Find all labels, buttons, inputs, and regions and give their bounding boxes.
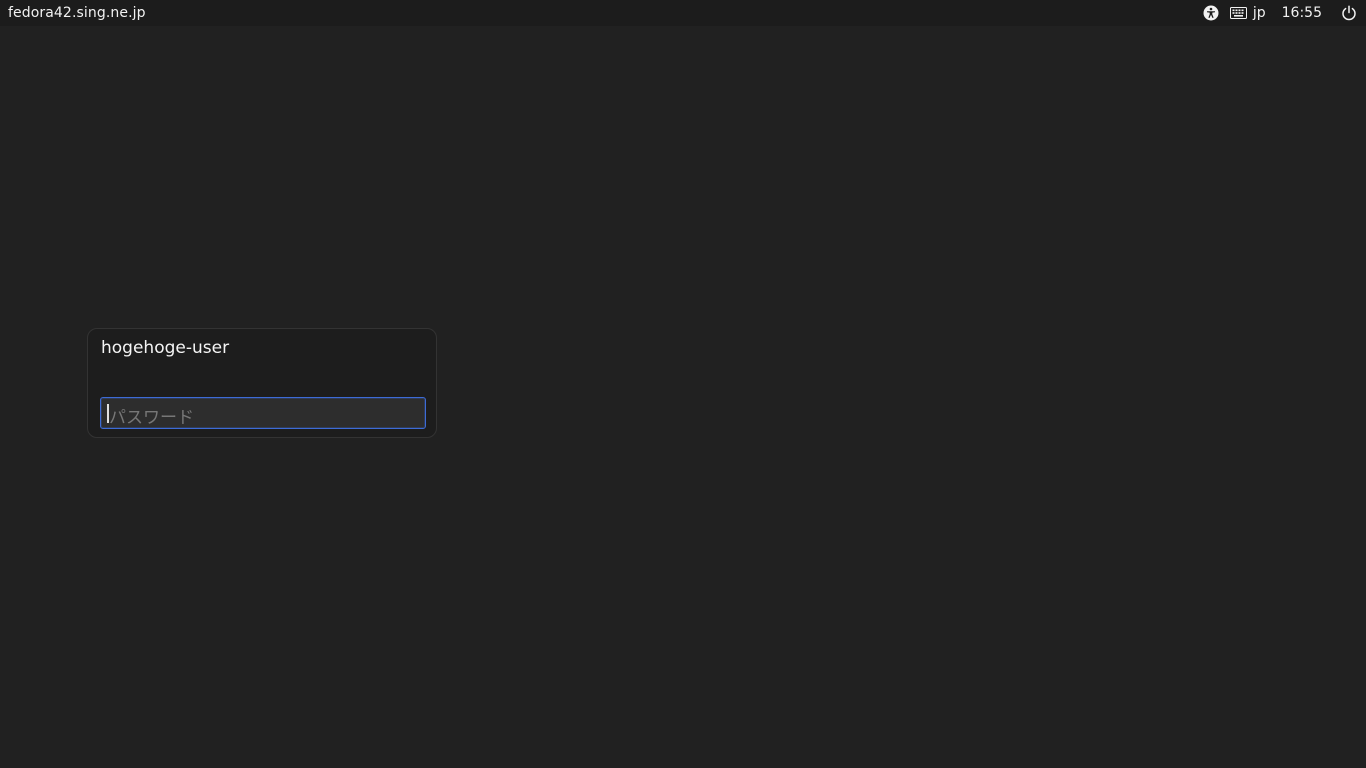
password-field[interactable]: パスワード — [100, 397, 426, 429]
password-placeholder: パスワード — [109, 408, 194, 428]
login-card: hogehoge-user パスワード — [87, 328, 437, 438]
hostname-label: fedora42.sing.ne.jp — [8, 5, 146, 21]
keyboard-layout-button[interactable]: jp — [1229, 0, 1266, 26]
power-icon — [1342, 5, 1356, 21]
username-label: hogehoge-user — [101, 338, 230, 358]
power-menu-button[interactable] — [1336, 0, 1362, 26]
keyboard-icon — [1229, 7, 1247, 19]
accessibility-icon — [1203, 5, 1219, 21]
clock: 16:55 — [1281, 5, 1322, 21]
keyboard-layout-label: jp — [1252, 5, 1266, 21]
top-bar: fedora42.sing.ne.jp jp 16:55 — [0, 0, 1366, 26]
accessibility-menu-button[interactable] — [1198, 0, 1224, 26]
status-indicators: jp 16:55 — [1198, 0, 1366, 26]
